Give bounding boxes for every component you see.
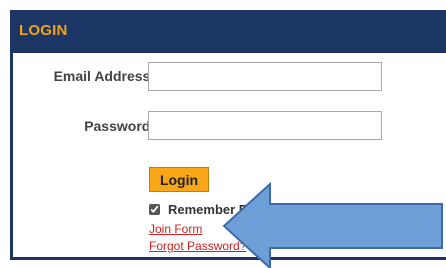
email-field[interactable] bbox=[148, 62, 382, 91]
email-label: Email Address: bbox=[53, 68, 155, 84]
join-form-link[interactable]: Join Form bbox=[149, 222, 202, 236]
password-field[interactable] bbox=[148, 111, 382, 140]
login-button[interactable]: Login bbox=[149, 167, 209, 192]
remember-email-checkbox[interactable] bbox=[149, 203, 160, 215]
login-title: LOGIN bbox=[19, 22, 68, 39]
password-label: Password: bbox=[84, 118, 155, 134]
login-header: LOGIN bbox=[13, 10, 446, 53]
arrow-left-icon bbox=[222, 181, 443, 268]
